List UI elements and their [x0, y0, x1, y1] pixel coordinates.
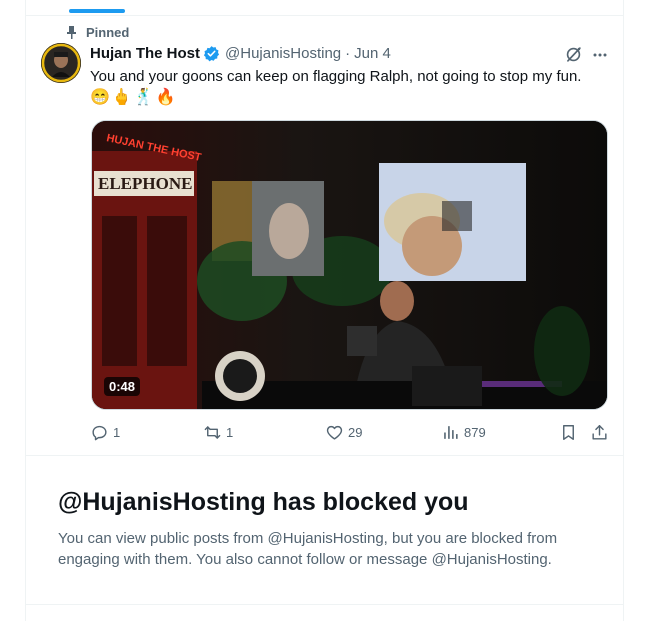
- divider: [26, 455, 623, 456]
- separator-dot: ·: [345, 45, 351, 62]
- video-duration: 0:48: [104, 377, 141, 396]
- pinned-indicator: Pinned: [66, 25, 129, 40]
- views-button[interactable]: 879: [441, 423, 486, 442]
- bookmark-icon: [563, 425, 574, 440]
- pin-icon: [67, 26, 76, 39]
- booth-sign: ELEPHONE: [98, 174, 192, 193]
- views-icon: [444, 426, 458, 439]
- repost-count: 1: [226, 425, 234, 440]
- timeline-column: Pinned Hujan The Host @HujanisHosting · …: [25, 0, 624, 621]
- avatar[interactable]: [41, 43, 81, 83]
- emoji-middle-finger: 🖕: [111, 89, 132, 106]
- tab-active-indicator: [69, 9, 125, 13]
- blocked-description: You can view public posts from @HujanisH…: [58, 530, 558, 568]
- display-name[interactable]: Hujan The Host: [90, 45, 200, 62]
- pinned-label: Pinned: [86, 25, 130, 40]
- avatar-image: [41, 43, 81, 83]
- emoji-grin: 😁: [90, 89, 110, 106]
- like-button[interactable]: 29: [325, 423, 362, 442]
- emoji-fire: 🔥: [155, 89, 176, 106]
- like-count: 29: [348, 425, 363, 440]
- repost-button[interactable]: 1: [203, 423, 233, 442]
- views-count: 879: [464, 425, 486, 440]
- video-frame: ELEPHONE HUJAN THE HOST: [92, 121, 607, 409]
- handle[interactable]: @HujanisHosting: [225, 45, 341, 62]
- divider: [26, 15, 623, 16]
- grok-icon[interactable]: [564, 45, 583, 64]
- post-date[interactable]: Jun 4: [354, 45, 391, 62]
- like-icon: [326, 425, 343, 440]
- repost-icon: [204, 426, 221, 439]
- more-icon[interactable]: [590, 45, 610, 65]
- reply-count: 1: [113, 425, 121, 440]
- verified-badge-icon[interactable]: [203, 45, 220, 62]
- reply-button[interactable]: 1: [90, 423, 120, 442]
- emoji-dancer: 🕺: [133, 89, 154, 106]
- post-header: Hujan The Host @HujanisHosting · Jun 4: [90, 45, 391, 62]
- blocked-title: @HujanisHosting has blocked you: [58, 488, 469, 516]
- post-actions: 1 1 29 879: [90, 423, 614, 445]
- bookmark-button[interactable]: [559, 423, 578, 442]
- share-icon: [592, 425, 607, 440]
- reply-icon: [92, 425, 107, 441]
- share-button[interactable]: [590, 423, 609, 442]
- video-player[interactable]: ELEPHONE HUJAN THE HOST 0:48: [91, 120, 608, 410]
- post-text: You and your goons can keep on flagging …: [90, 68, 582, 85]
- divider: [26, 604, 623, 605]
- post-emojis: 😁 🖕 🕺 🔥: [90, 88, 176, 108]
